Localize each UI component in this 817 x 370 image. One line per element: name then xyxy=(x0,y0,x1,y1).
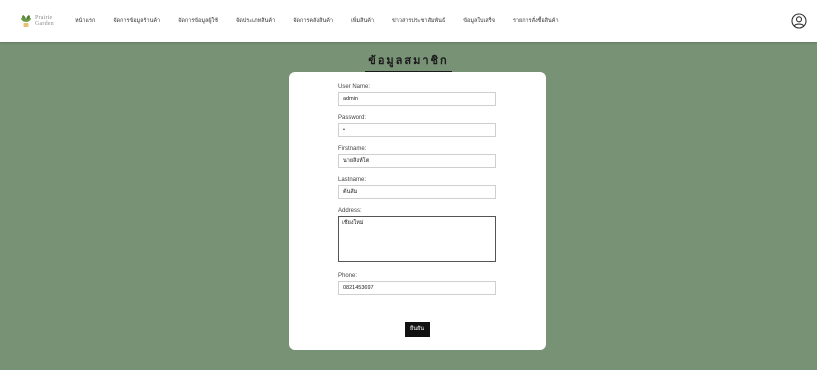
nav-item-product-categories[interactable]: จัดประเภทสินค้า xyxy=(236,17,275,25)
nav-item-receipts[interactable]: ข้อมูลใบเสร็จ xyxy=(463,17,495,25)
brand-name-line2: Garden xyxy=(35,21,54,27)
username-input[interactable]: admin xyxy=(338,92,496,106)
firstname-label: Firstname: xyxy=(338,146,367,152)
password-input[interactable]: • xyxy=(338,123,496,137)
firstname-field: Firstname: นายสิงห์โต xyxy=(338,145,496,168)
phone-label: Phone: xyxy=(338,273,358,279)
plant-logo-icon xyxy=(21,15,31,27)
nav-item-home[interactable]: หน้าแรก xyxy=(75,17,95,25)
confirm-button[interactable]: ยืนยัน xyxy=(404,322,430,337)
brand-logo[interactable]: Prairie Garden xyxy=(19,14,75,28)
main-content: ข้อมูลสมาชิก User Name: admin Password: … xyxy=(0,42,817,370)
nav-item-news[interactable]: ข่าวสารประชาสัมพันธ์ xyxy=(392,17,445,25)
username-label: User Name: xyxy=(338,84,371,90)
nav-item-orders[interactable]: รายการสั่งซื้อสินค้า xyxy=(513,17,559,25)
top-navbar: Prairie Garden หน้าแรก จัดการข้อมูลร้านค… xyxy=(0,0,817,42)
member-form-card: User Name: admin Password: • Firstname: … xyxy=(289,72,546,350)
nav-item-inventory[interactable]: จัดการคลังสินค้า xyxy=(293,17,333,25)
page-title-wrapper: ข้อมูลสมาชิก xyxy=(0,49,817,73)
nav-item-user-management[interactable]: จัดการข้อมูลผู้ใช้ xyxy=(178,17,218,25)
page-title: ข้อมูลสมาชิก xyxy=(365,51,452,73)
nav-menu: หน้าแรก จัดการข้อมูลร้านค้า จัดการข้อมูล… xyxy=(75,17,577,25)
brand-name: Prairie Garden xyxy=(35,15,54,27)
user-account-icon[interactable] xyxy=(791,13,807,29)
address-field: Address: เชียงใหม่ xyxy=(338,207,496,262)
nav-item-shop-management[interactable]: จัดการข้อมูลร้านค้า xyxy=(113,17,160,25)
address-label: Address: xyxy=(338,208,362,214)
lastname-label: Lastname: xyxy=(338,177,367,183)
phone-field: Phone: 0821453697 xyxy=(338,272,496,295)
username-field: User Name: admin xyxy=(338,83,496,106)
password-label: Password: xyxy=(338,115,367,121)
lastname-field: Lastname: ต้นส้ม xyxy=(338,176,496,199)
firstname-input[interactable]: นายสิงห์โต xyxy=(338,154,496,168)
submit-wrapper: ยืนยัน xyxy=(338,315,496,337)
lastname-input[interactable]: ต้นส้ม xyxy=(338,185,496,199)
password-field: Password: • xyxy=(338,114,496,137)
phone-input[interactable]: 0821453697 xyxy=(338,281,496,295)
address-textarea[interactable]: เชียงใหม่ xyxy=(338,216,496,262)
nav-item-add-product[interactable]: เพิ่มสินค้า xyxy=(351,17,374,25)
